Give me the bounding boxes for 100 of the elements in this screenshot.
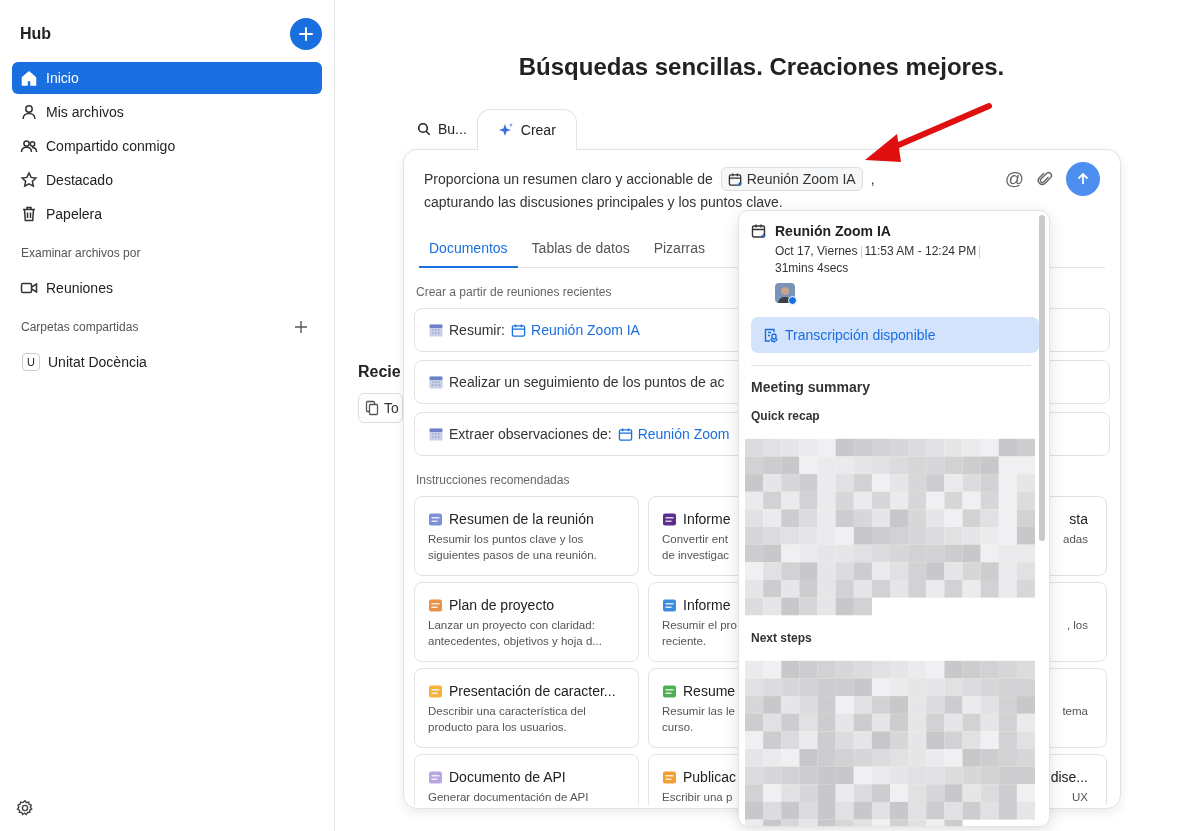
section-heading: Recie	[358, 363, 401, 381]
template-description: tema	[1062, 705, 1088, 717]
prompt-text: capturando las discusiones principales y los puntos clave.	[424, 193, 784, 212]
prompt-text: Proporciona un resumen claro y accionable de	[424, 169, 713, 189]
template-description: , los	[1066, 619, 1088, 631]
nav-item[interactable]: Inicio	[12, 62, 322, 94]
template-description: Convertir ent	[662, 533, 728, 545]
template-icon	[428, 597, 443, 613]
calendar-icon	[429, 427, 443, 441]
prompt-input[interactable]: Proporciona un resumen claro y accionable de Reunión Zoom IA , capturando las discusiones principales y los puntos clave.	[424, 167, 875, 214]
template-description: Describir una característica del	[428, 705, 586, 717]
template-title: Publicac	[683, 769, 736, 785]
calendar-icon	[751, 223, 767, 239]
summary-subheading: Quick recap	[751, 409, 821, 423]
home-icon	[20, 69, 38, 87]
nav-item[interactable]: Destacado	[12, 164, 322, 196]
arrow-up-icon	[1076, 172, 1090, 186]
template-description: Resumir el pro	[662, 619, 737, 631]
template-description: reciente.	[662, 635, 707, 647]
template-description: adas	[1063, 533, 1088, 545]
calendar-icon	[429, 375, 443, 389]
mode-tab[interactable]: Bu...	[407, 109, 477, 149]
star-icon	[20, 171, 38, 189]
section-heading: Instrucciones recomendadas	[415, 473, 570, 487]
template-title: Presentación de caracter...	[449, 683, 616, 699]
transcript-button[interactable]: Transcripción disponible	[751, 317, 1039, 353]
template-icon	[662, 769, 677, 785]
template-card[interactable]: Presentación de caracter... Describir una característica del producto para los usuarios.	[414, 668, 639, 748]
filter-button[interactable]: To	[358, 393, 403, 423]
files-icon	[365, 400, 381, 416]
template-description: Lanzar un proyecto con claridad:	[428, 619, 595, 631]
calendar-icon	[429, 323, 443, 337]
template-title: sta	[1069, 511, 1088, 527]
mode-tab[interactable]: Crear	[476, 109, 577, 150]
nav-item[interactable]: Papelera	[12, 198, 322, 230]
template-title: Informe	[683, 597, 731, 613]
settings-icon[interactable]	[16, 799, 34, 817]
app-title: Hub	[20, 25, 52, 43]
sparkle-icon	[497, 122, 514, 138]
section-heading: Examinar archivos por	[20, 245, 142, 262]
section-heading: Carpetas compartidas	[21, 320, 139, 334]
paperclip-icon[interactable]	[1036, 170, 1054, 188]
prompt-text: ,	[870, 169, 875, 189]
template-description: Resumir las le	[662, 705, 735, 717]
template-title: Documento de API	[449, 769, 566, 785]
send-button[interactable]	[1066, 162, 1100, 196]
template-description: antecedentes, objetivos y hoja d...	[428, 635, 602, 647]
nav-item[interactable]: Compartido conmigo	[12, 130, 322, 162]
template-icon	[428, 769, 443, 785]
template-title: Plan de proyecto	[449, 597, 555, 613]
folder-initial: U	[22, 353, 40, 371]
meeting-title: Reunión Zoom IA	[775, 223, 891, 239]
template-title: Resume	[683, 683, 736, 699]
summary-subheading: Next steps	[751, 631, 813, 645]
template-card[interactable]: Resumen de la reunión Resumir los puntos clave y los siguientes pasos de una reunión.	[414, 496, 639, 576]
template-title: dise...	[1050, 769, 1088, 785]
template-icon	[428, 511, 443, 527]
meeting-duration: 31mins 4secs	[775, 261, 849, 275]
trash-icon	[20, 205, 38, 223]
template-description: de investigac	[662, 549, 730, 561]
scrollbar[interactable]	[1039, 215, 1045, 541]
calendar-icon	[727, 171, 743, 187]
folder-item[interactable]: U Unitat Docència	[12, 346, 322, 378]
meeting-date: Oct 17, Viernes	[775, 244, 858, 258]
section-heading: Crear a partir de reuniones recientes	[415, 285, 612, 299]
transcript-icon	[763, 327, 779, 343]
headline: Búsquedas sencillas. Creaciones mejores.	[517, 53, 1006, 81]
meeting-chip[interactable]: Reunión Zoom IA	[720, 167, 863, 191]
template-description: siguientes pasos de una reunión.	[428, 549, 597, 561]
template-icon	[662, 683, 677, 699]
nav-item[interactable]: Reuniones	[12, 272, 322, 304]
people-icon	[20, 137, 38, 155]
template-description: Resumir los puntos clave y los	[428, 533, 584, 545]
calendar-icon	[511, 322, 526, 338]
meeting-time: 11:53 AM - 12:24 PM	[864, 244, 977, 258]
template-card[interactable]: Plan de proyecto Lanzar un proyecto con claridad: antecedentes, objetivos y hoja d...	[414, 582, 639, 662]
plus-icon	[299, 27, 313, 41]
template-title: Informe	[683, 511, 731, 527]
output-tab[interactable]: Documentos	[419, 240, 518, 268]
calendar-icon	[617, 426, 633, 442]
search-icon	[417, 122, 431, 136]
nav-item[interactable]: Mis archivos	[12, 96, 322, 128]
output-tab[interactable]: Pizarras	[643, 240, 716, 267]
person-icon	[20, 103, 38, 121]
template-description: producto para los usuarios.	[428, 721, 567, 733]
mention-button[interactable]: @	[1004, 168, 1024, 190]
summary-heading: Meeting summary	[751, 365, 1031, 395]
new-button[interactable]	[290, 18, 322, 50]
template-icon	[662, 511, 677, 527]
template-card[interactable]: Documento de API Generar documentación de API	[414, 754, 639, 805]
template-description: UX	[1072, 791, 1088, 803]
template-icon	[662, 597, 677, 613]
add-icon[interactable]	[294, 320, 308, 334]
template-title: Resumen de la reunión	[449, 511, 594, 527]
template-description: curso.	[662, 721, 694, 733]
avatar	[775, 283, 797, 305]
template-icon	[428, 683, 443, 699]
template-description: Generar documentación de API	[428, 791, 589, 803]
template-description: Escribir una p	[662, 791, 733, 803]
output-tab[interactable]: Tablas de datos	[521, 240, 640, 267]
